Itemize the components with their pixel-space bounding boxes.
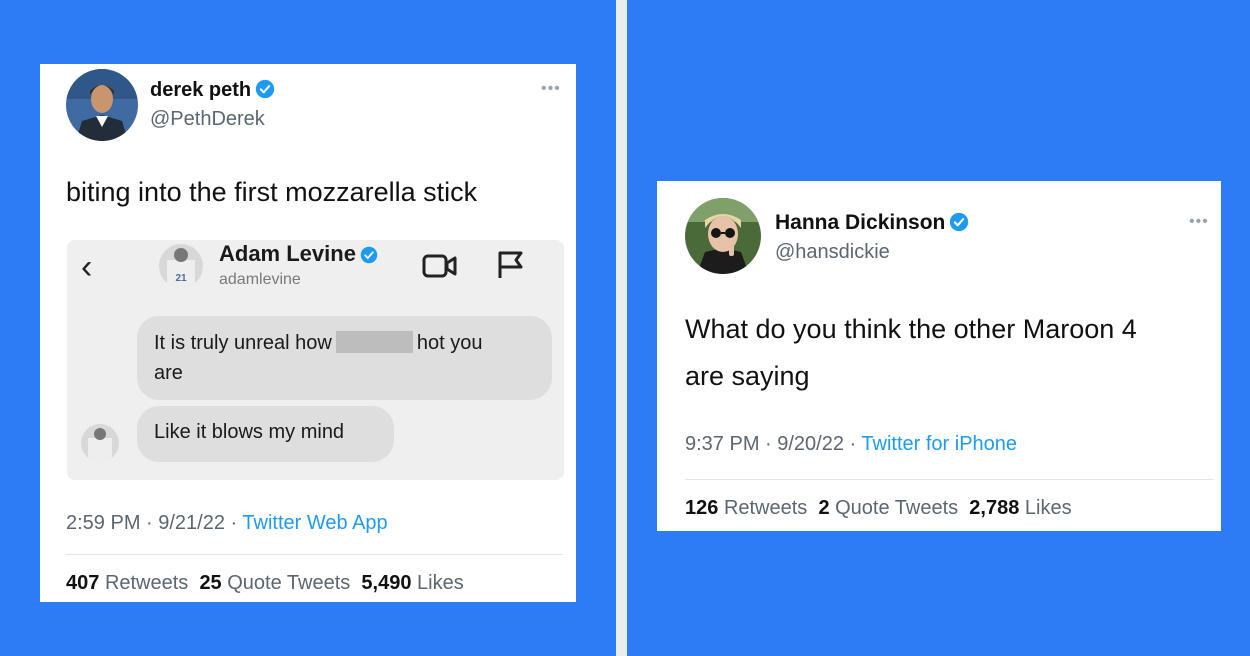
user-handle[interactable]: @PethDerek bbox=[150, 108, 265, 131]
retweets-count[interactable]: 407 Retweets bbox=[66, 572, 188, 594]
user-handle[interactable]: @hansdickie bbox=[775, 241, 890, 264]
display-name[interactable]: derek peth bbox=[150, 79, 275, 105]
divider bbox=[66, 554, 563, 555]
source-link[interactable]: Twitter Web App bbox=[242, 512, 387, 534]
likes-count[interactable]: 2,788 Likes bbox=[969, 497, 1071, 519]
tweet-stats: 126 Retweets 2 Quote Tweets 2,788 Likes bbox=[685, 497, 1072, 520]
display-name[interactable]: Hanna Dickinson bbox=[775, 211, 969, 238]
quote-tweets-count[interactable]: 2 Quote Tweets bbox=[818, 497, 958, 519]
more-icon[interactable]: ••• bbox=[1189, 213, 1209, 231]
right-panel: Hanna Dickinson @hansdickie ••• What do … bbox=[627, 0, 1250, 656]
source-link[interactable]: Twitter for iPhone bbox=[861, 433, 1017, 455]
video-camera-icon bbox=[422, 252, 458, 285]
avatar[interactable] bbox=[66, 69, 138, 141]
dm-avatar: 21 bbox=[159, 244, 203, 288]
verified-badge-icon bbox=[255, 79, 275, 105]
tweet-timestamp[interactable]: 9:37 PM · 9/20/22 · Twitter for iPhone bbox=[685, 433, 1017, 456]
jersey-number: 21 bbox=[175, 273, 187, 284]
dm-message-bubble: Like it blows my mind bbox=[137, 406, 394, 462]
tweet-timestamp[interactable]: 2:59 PM · 9/21/22 · Twitter Web App bbox=[66, 512, 388, 535]
panel-divider bbox=[616, 0, 627, 656]
likes-count[interactable]: 5,490 Likes bbox=[361, 572, 463, 594]
tweet-card-hanna: Hanna Dickinson @hansdickie ••• What do … bbox=[657, 181, 1221, 531]
dm-handle: adamlevine bbox=[219, 271, 301, 288]
more-icon[interactable]: ••• bbox=[541, 80, 561, 98]
divider bbox=[685, 479, 1213, 480]
tweet-text-line-1: What do you think the other Maroon 4 bbox=[685, 314, 1137, 344]
left-panel: derek peth @PethDerek ••• biting into th… bbox=[0, 0, 616, 656]
avatar[interactable] bbox=[685, 198, 761, 274]
quote-tweets-count[interactable]: 25 Quote Tweets bbox=[199, 572, 350, 594]
tweet-text: biting into the first mozzarella stick bbox=[66, 177, 478, 207]
tweet-card-derek: derek peth @PethDerek ••• biting into th… bbox=[40, 64, 576, 602]
retweets-count[interactable]: 126 Retweets bbox=[685, 497, 807, 519]
dm-avatar-small bbox=[81, 424, 119, 462]
redacted-word bbox=[335, 331, 413, 353]
dm-name: Adam Levine bbox=[219, 241, 378, 270]
tweet-stats: 407 Retweets 25 Quote Tweets 5,490 Likes bbox=[66, 572, 464, 595]
embedded-dm-screenshot: ‹ 21 Adam Levine adamlevine It is truly … bbox=[67, 240, 564, 480]
dm-message-bubble: It is truly unreal how hot you are bbox=[137, 316, 552, 400]
tweet-text-line-2: are saying bbox=[685, 361, 810, 391]
flag-icon bbox=[496, 250, 526, 285]
back-chevron-icon: ‹ bbox=[81, 248, 93, 286]
verified-badge-icon bbox=[949, 212, 969, 238]
verified-badge-icon bbox=[360, 244, 378, 270]
